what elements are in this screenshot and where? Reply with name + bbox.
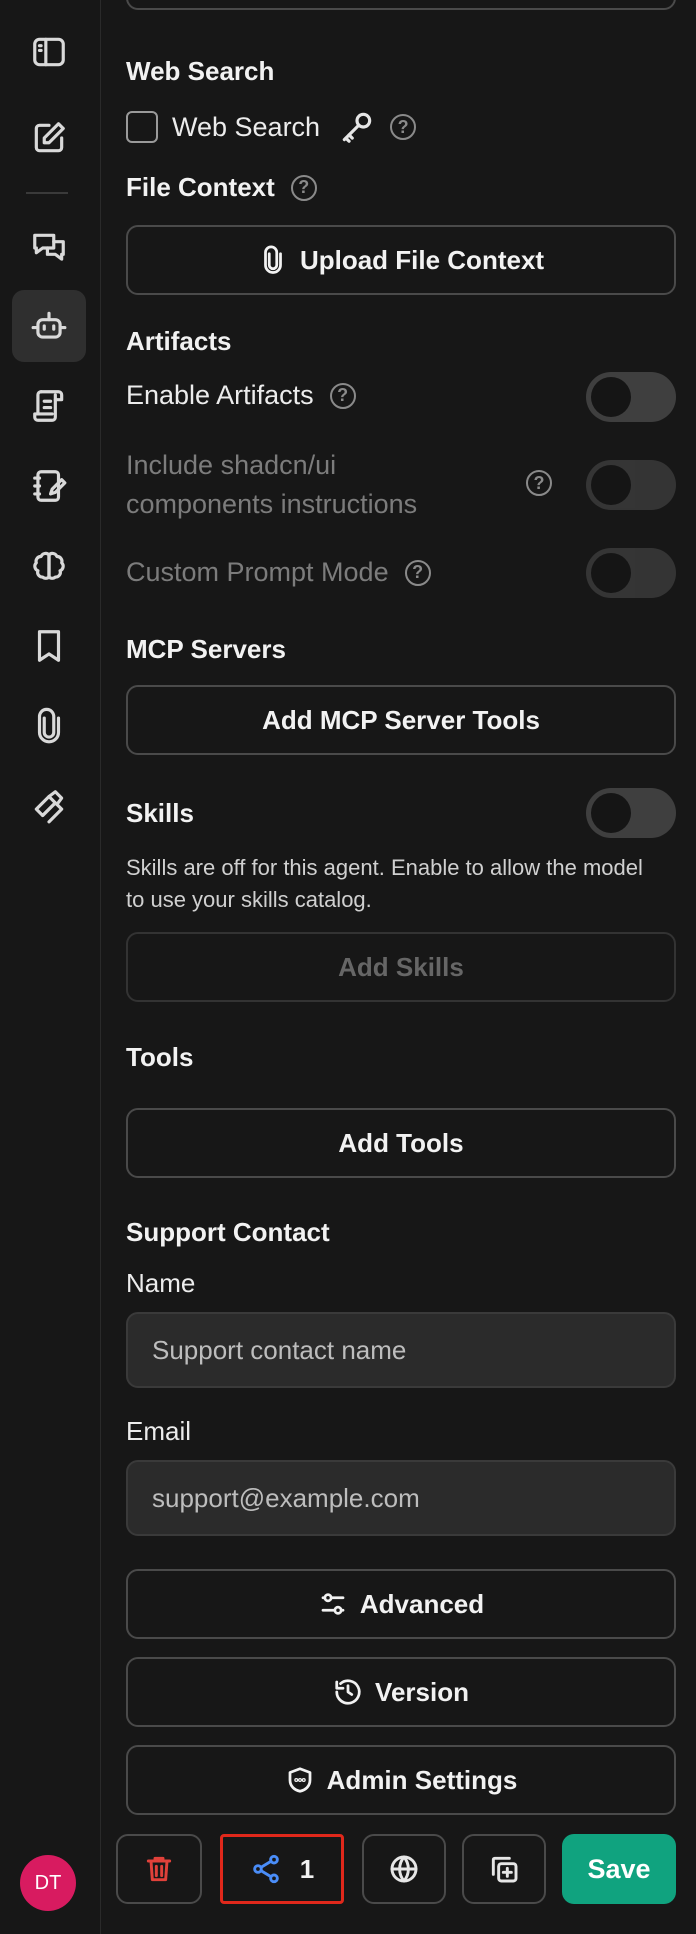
add-mcp-server-tools-label: Add MCP Server Tools bbox=[262, 704, 540, 735]
agents-icon[interactable] bbox=[12, 290, 86, 362]
version-button[interactable]: Version bbox=[126, 1657, 676, 1727]
name-label: Name bbox=[126, 1268, 196, 1298]
artifacts-heading: Artifacts bbox=[126, 326, 232, 356]
avatar-initials: DT bbox=[34, 1871, 62, 1894]
upload-file-context-button[interactable]: Upload File Context bbox=[126, 225, 676, 295]
web-search-checkbox[interactable] bbox=[126, 111, 158, 143]
enable-artifacts-toggle[interactable] bbox=[586, 372, 676, 422]
advanced-label: Advanced bbox=[359, 1588, 485, 1619]
web-search-row: Web Search ? bbox=[126, 108, 417, 146]
web-search-heading: Web Search bbox=[126, 56, 275, 86]
clipped-field bbox=[126, 0, 676, 10]
avatar[interactable]: DT bbox=[20, 1855, 76, 1911]
add-mcp-server-tools-button[interactable]: Add MCP Server Tools bbox=[126, 685, 676, 755]
help-icon[interactable]: ? bbox=[290, 174, 317, 201]
publish-button[interactable] bbox=[362, 1834, 446, 1904]
skills-heading: Skills bbox=[126, 798, 194, 828]
share-button[interactable]: 1 bbox=[220, 1834, 344, 1904]
support-email-input[interactable]: support@example.com bbox=[126, 1460, 676, 1536]
enable-artifacts-row: Enable Artifacts ? bbox=[126, 380, 356, 411]
web-search-checkbox-label: Web Search bbox=[172, 111, 321, 142]
save-label: Save bbox=[587, 1853, 651, 1884]
help-icon[interactable]: ? bbox=[526, 470, 552, 496]
shield-icon bbox=[288, 1767, 312, 1793]
custom-prompt-label: Custom Prompt Mode bbox=[126, 557, 389, 587]
delete-button[interactable] bbox=[116, 1834, 202, 1904]
help-icon[interactable]: ? bbox=[404, 559, 431, 586]
skills-icon[interactable] bbox=[12, 770, 86, 842]
shadcn-toggle[interactable] bbox=[586, 460, 676, 510]
support-contact-heading: Support Contact bbox=[126, 1217, 330, 1247]
admin-settings-button[interactable]: Admin Settings bbox=[126, 1745, 676, 1815]
add-tools-label: Add Tools bbox=[338, 1127, 464, 1158]
prompts-icon[interactable] bbox=[12, 370, 86, 442]
enable-artifacts-label: Enable Artifacts bbox=[126, 380, 314, 410]
help-icon[interactable]: ? bbox=[390, 114, 417, 140]
custom-prompt-row: Custom Prompt Mode ? bbox=[126, 557, 431, 588]
attachments-icon[interactable] bbox=[12, 690, 86, 762]
notes-icon[interactable] bbox=[12, 450, 86, 522]
memory-icon[interactable] bbox=[12, 530, 86, 602]
sidebar-toggle-icon[interactable] bbox=[12, 16, 86, 88]
key-icon[interactable] bbox=[338, 108, 376, 146]
email-label: Email bbox=[126, 1416, 192, 1446]
history-icon bbox=[335, 1679, 361, 1705]
share-icon bbox=[252, 1854, 279, 1884]
bookmark-icon[interactable] bbox=[12, 610, 86, 682]
help-icon[interactable]: ? bbox=[329, 382, 356, 409]
tools-heading: Tools bbox=[126, 1042, 194, 1072]
globe-icon bbox=[390, 1855, 418, 1883]
file-context-header: File Context ? bbox=[126, 172, 317, 203]
mcp-heading: MCP Servers bbox=[126, 634, 286, 664]
share-count: 1 bbox=[299, 1853, 315, 1884]
sliders-icon bbox=[321, 1593, 345, 1615]
support-name-input[interactable]: Support contact name bbox=[126, 1312, 676, 1388]
version-label: Version bbox=[375, 1676, 469, 1707]
add-tools-button[interactable]: Add Tools bbox=[126, 1108, 676, 1178]
custom-prompt-toggle[interactable] bbox=[586, 548, 676, 598]
skills-toggle[interactable] bbox=[586, 788, 676, 838]
save-button[interactable]: Save bbox=[562, 1834, 676, 1904]
add-skills-label: Add Skills bbox=[338, 951, 464, 982]
duplicate-button[interactable] bbox=[462, 1834, 546, 1904]
file-context-heading: File Context bbox=[126, 172, 275, 202]
paperclip-icon bbox=[264, 245, 282, 274]
chats-icon[interactable] bbox=[12, 212, 86, 284]
upload-file-context-label: Upload File Context bbox=[299, 244, 545, 275]
skills-description: Skills are off for this agent. Enable to… bbox=[126, 855, 643, 912]
copy-plus-icon bbox=[491, 1856, 518, 1883]
trash-icon bbox=[146, 1856, 172, 1882]
advanced-button[interactable]: Advanced bbox=[126, 1569, 676, 1639]
rail-divider bbox=[26, 192, 68, 194]
new-chat-icon[interactable] bbox=[12, 102, 86, 174]
admin-settings-label: Admin Settings bbox=[326, 1764, 518, 1795]
add-skills-button[interactable]: Add Skills bbox=[126, 932, 676, 1002]
shadcn-label: Include shadcn/ui components instruction… bbox=[126, 450, 418, 519]
left-rail: DT bbox=[0, 0, 101, 1934]
